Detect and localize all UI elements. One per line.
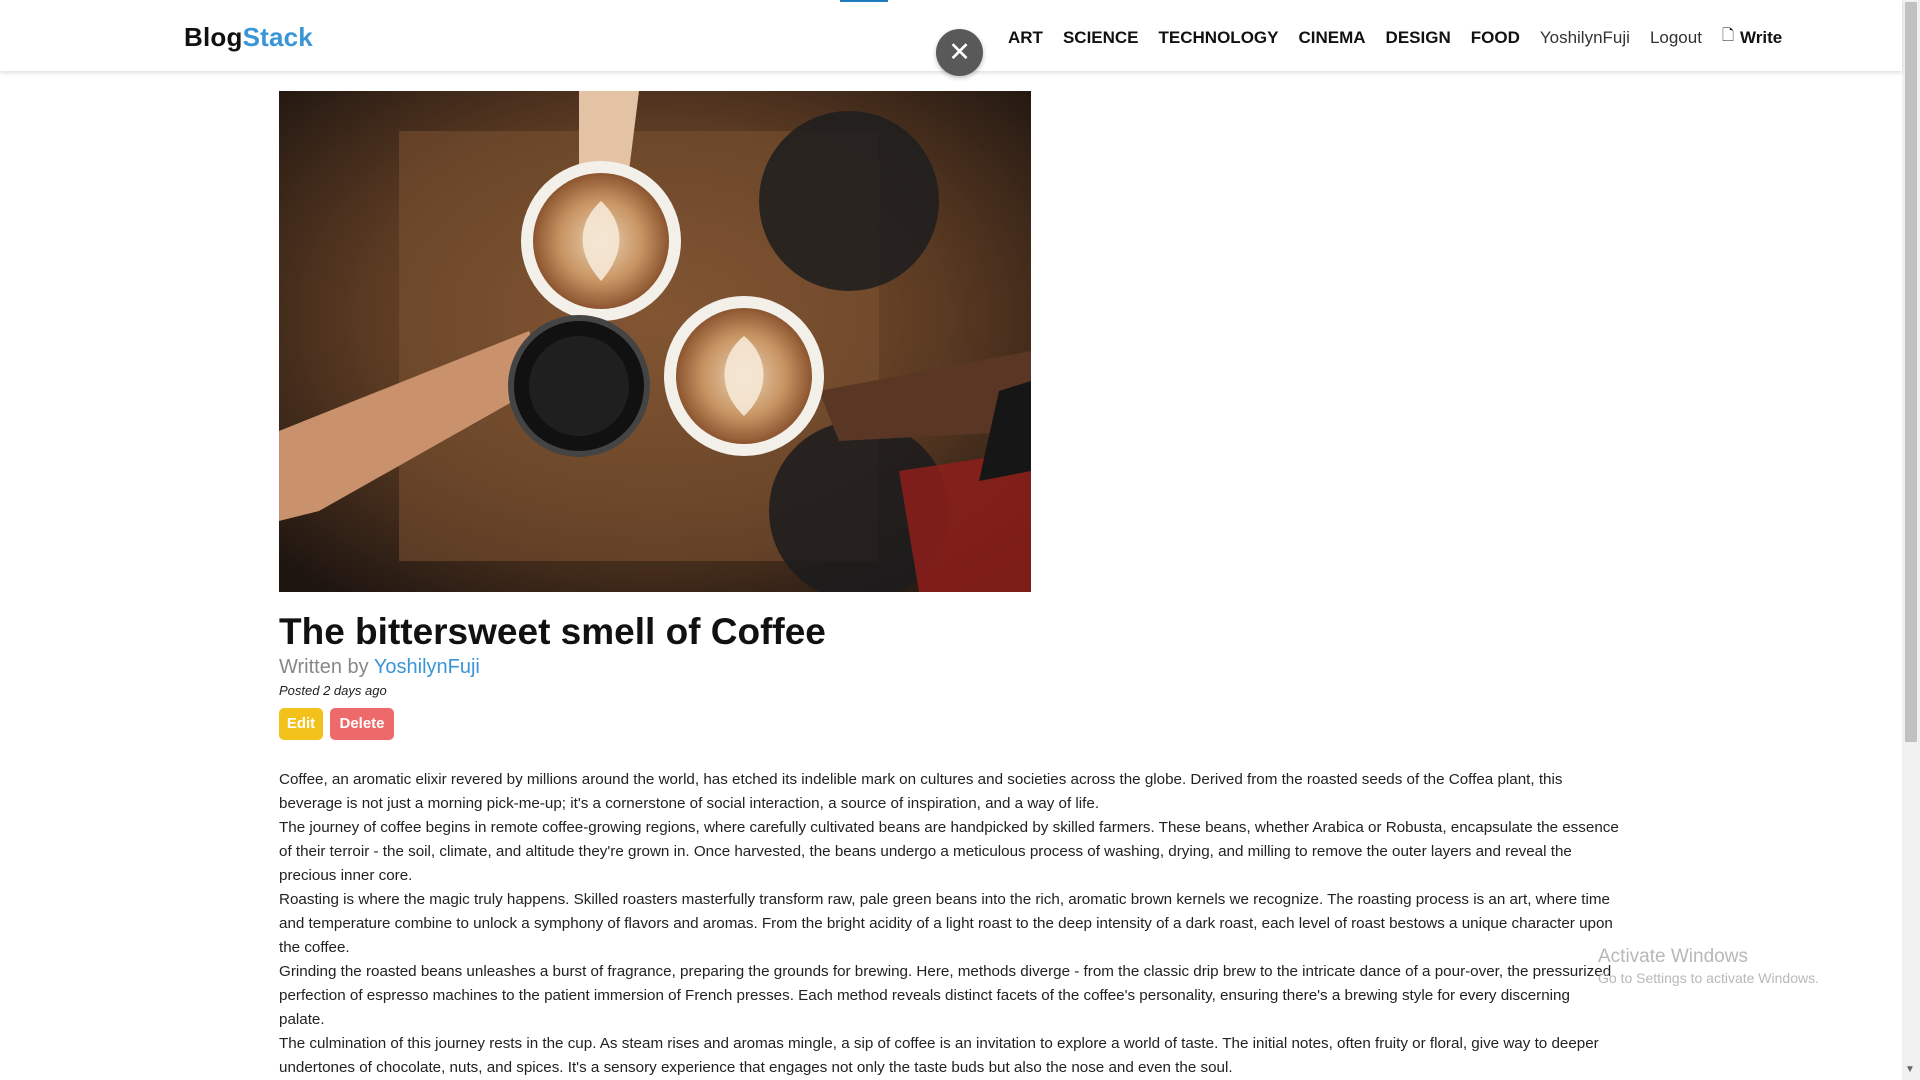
post-paragraph: Coffee, an aromatic elixir revered by mi… <box>279 771 1563 812</box>
post-date: Posted 2 days ago <box>279 683 387 698</box>
watermark-line2: Go to Settings to activate Windows. <box>1598 970 1819 986</box>
main-nav: ART SCIENCE TECHNOLOGY CINEMA DESIGN FOO… <box>1008 25 1782 50</box>
post-content: Coffee, an aromatic elixir revered by mi… <box>279 768 1619 1080</box>
nav-category-cinema[interactable]: CINEMA <box>1298 28 1365 48</box>
document-icon: 🗋 <box>1721 27 1734 44</box>
edit-button[interactable]: Edit <box>279 708 323 740</box>
post-paragraph: The culmination of this journey rests in… <box>279 1035 1599 1076</box>
write-link[interactable]: 🗋 Write <box>1722 25 1782 50</box>
nav-category-technology[interactable]: TECHNOLOGY <box>1159 28 1279 48</box>
close-icon[interactable]: ✕ <box>936 29 983 76</box>
loading-progress-bar <box>840 0 888 2</box>
post-paragraph: The journey of coffee begins in remote c… <box>279 819 1619 884</box>
brand-logo-part2: Stack <box>242 22 313 52</box>
nav-category-design[interactable]: DESIGN <box>1386 28 1451 48</box>
scrollbar-thumb[interactable] <box>1905 2 1917 742</box>
coffee-photo <box>279 91 1031 592</box>
post-paragraph: Roasting is where the magic truly happen… <box>279 891 1613 956</box>
author-link[interactable]: YoshilynFuji <box>374 656 480 678</box>
post-hero-image <box>279 91 1031 592</box>
logout-link[interactable]: Logout <box>1650 28 1702 48</box>
written-by-label: Written by <box>279 656 369 678</box>
nav-category-food[interactable]: FOOD <box>1471 28 1520 48</box>
brand-logo-part1: Blog <box>184 22 243 52</box>
scroll-down-icon[interactable]: ▼ <box>1905 1064 1915 1075</box>
top-navbar: BlogStack ✕ ART SCIENCE TECHNOLOGY CINEM… <box>0 0 1902 76</box>
post-paragraph: Grinding the roasted beans unleashes a b… <box>279 963 1612 1028</box>
nav-category-art[interactable]: ART <box>1008 28 1043 48</box>
watermark-line1: Activate Windows <box>1598 946 1748 967</box>
nav-username[interactable]: YoshilynFuji <box>1540 28 1630 48</box>
post-title: The bittersweet smell of Coffee <box>279 611 826 652</box>
windows-activation-watermark: Activate Windows Go to Settings to activ… <box>1598 946 1819 986</box>
write-label: Write <box>1740 27 1783 47</box>
nav-category-science[interactable]: SCIENCE <box>1063 28 1139 48</box>
post-byline: Written by YoshilynFuji <box>279 656 480 679</box>
delete-button[interactable]: Delete <box>330 708 394 740</box>
brand-logo[interactable]: BlogStack <box>184 22 313 53</box>
